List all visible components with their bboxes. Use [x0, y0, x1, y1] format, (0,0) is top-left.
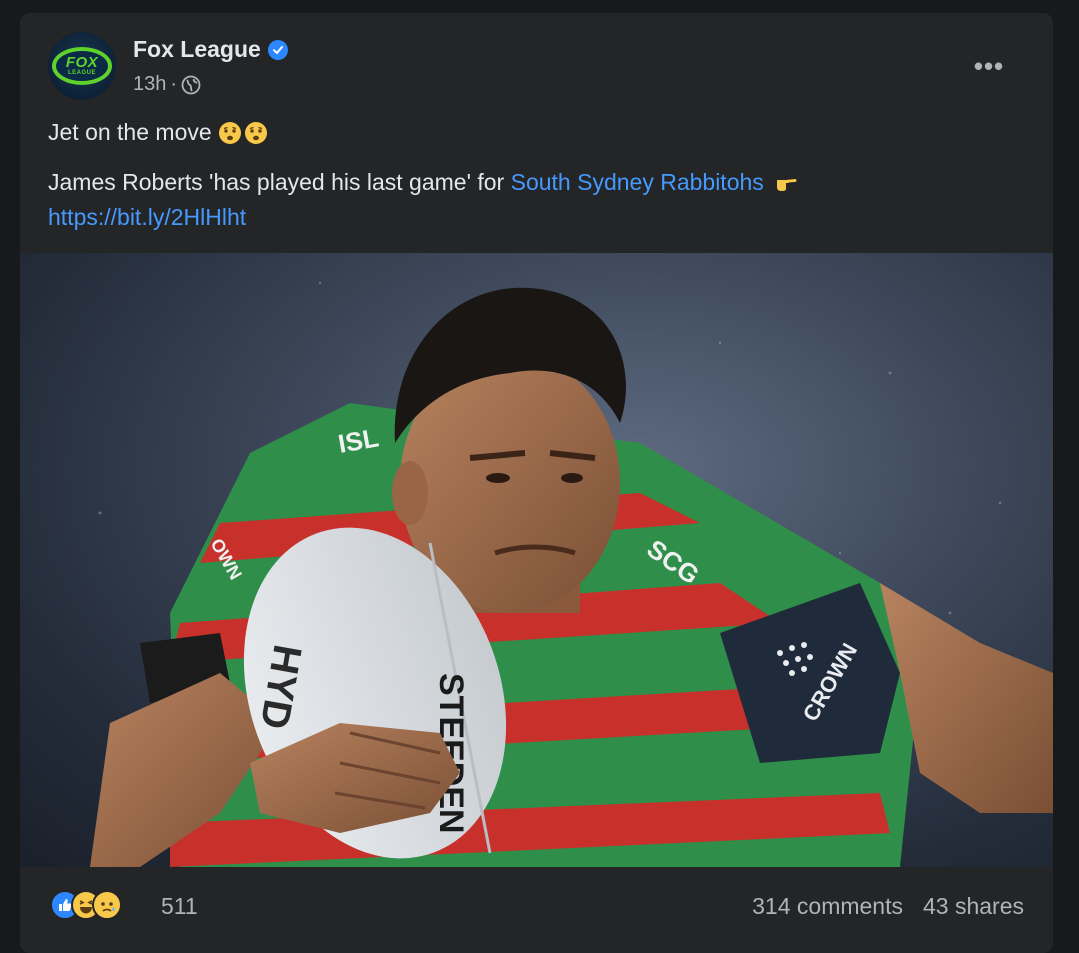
page-name-row: Fox League [133, 36, 288, 63]
logo-text-fox: FOX [65, 54, 99, 71]
page-avatar[interactable]: FOX LEAGUE [48, 32, 116, 100]
post-text-prefix: James Roberts 'has played his last game'… [48, 169, 511, 195]
post-card: FOX LEAGUE Fox League 13h · ••• Jet on t… [20, 13, 1053, 953]
post-timestamp[interactable]: 13h [133, 73, 166, 96]
reactions-summary[interactable] [50, 890, 122, 920]
reaction-count[interactable]: 511 [161, 893, 198, 920]
meta-separator: · [170, 73, 178, 95]
rugby-player-illustration: CROWN STEEDEN HYD ISL SCG OWN [90, 281, 1053, 867]
globe-icon[interactable] [181, 75, 201, 95]
post-photo[interactable]: CROWN STEEDEN HYD ISL SCG OWN [20, 253, 1053, 867]
sad-reaction-icon [92, 890, 122, 920]
rabbitohs-link[interactable]: South Sydney Rabbitohs [511, 169, 764, 195]
post-text-line-1: Jet on the move [48, 119, 268, 146]
short-url-link[interactable]: https://bit.ly/2HlHlht [48, 204, 246, 231]
worried-face-icon [218, 121, 241, 144]
comments-count[interactable]: 314 comments [752, 893, 903, 920]
post-text-line-2: James Roberts 'has played his last game'… [48, 169, 798, 196]
post-meta: 13h · [133, 73, 201, 96]
logo-text-league: LEAGUE [67, 70, 96, 76]
post-text: Jet on the move [48, 119, 212, 145]
page-name-link[interactable]: Fox League [133, 36, 261, 63]
worried-face-icon [244, 121, 267, 144]
more-options-icon[interactable]: ••• [971, 53, 1007, 79]
pointing-right-hand-icon [777, 179, 797, 191]
verified-badge-icon [267, 39, 288, 60]
shares-count[interactable]: 43 shares [923, 893, 1024, 920]
fox-league-logo: FOX LEAGUE [52, 47, 112, 85]
